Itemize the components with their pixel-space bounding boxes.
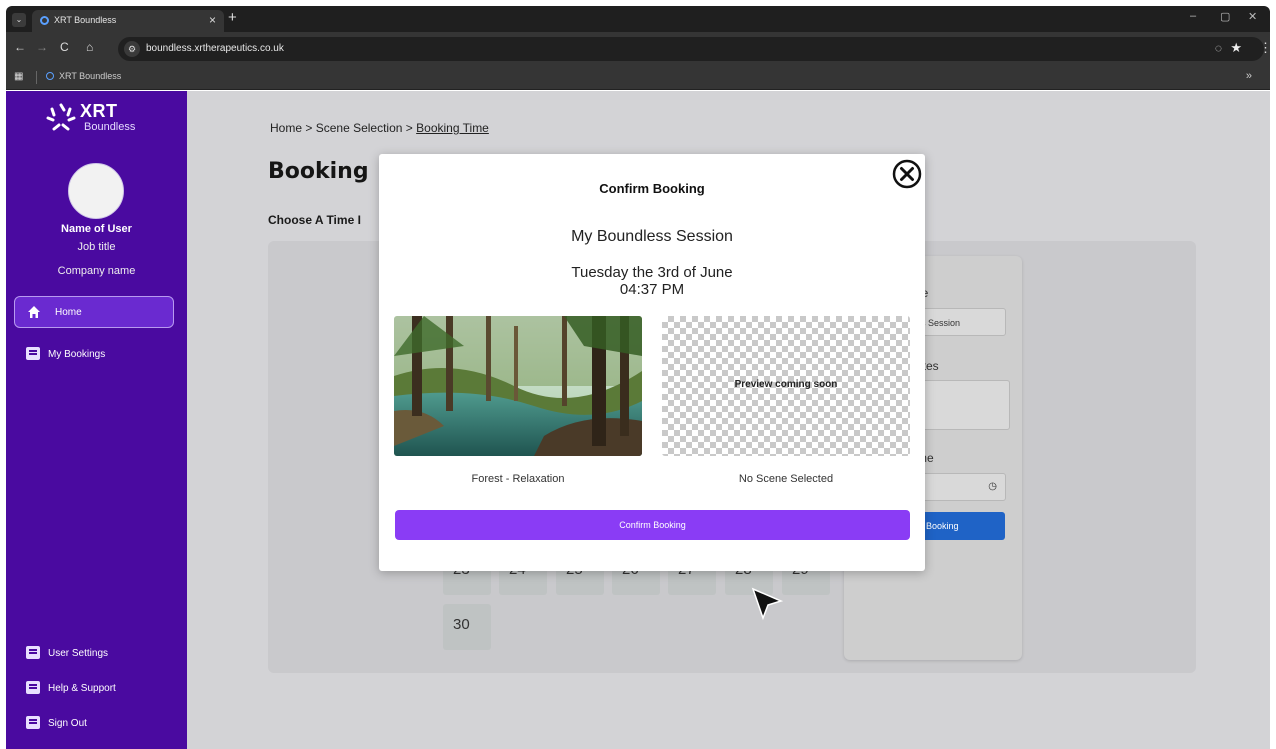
page-title: Booking <box>268 159 369 184</box>
booking-date: Tuesday the 3rd of June <box>571 264 733 281</box>
sign-out-icon <box>26 716 40 729</box>
forest-scene-image <box>394 316 642 456</box>
close-window-button[interactable]: ✕ <box>1248 10 1257 23</box>
site-info-icon[interactable]: ⚙ <box>124 41 140 57</box>
breadcrumb-separator: > <box>405 121 413 135</box>
eye-off-icon[interactable]: ◌ <box>1215 41 1222 55</box>
sidebar-item-help-support[interactable]: Help & Support <box>26 681 116 694</box>
breadcrumb-home[interactable]: Home <box>270 121 302 135</box>
browser-toolbar: ← → C ⌂ ⚙ boundless.xrtherapeutics.co.uk… <box>6 32 1272 66</box>
url-text[interactable]: boundless.xrtherapeutics.co.uk <box>146 43 284 54</box>
bookings-icon <box>26 347 40 360</box>
sidebar-item-label: Sign Out <box>48 718 87 729</box>
restore-window-button[interactable]: ▢ <box>1220 10 1230 23</box>
sidebar: XRT Boundless Name of User Job title Com… <box>6 91 187 749</box>
avatar[interactable] <box>68 163 124 219</box>
sidebar-item-label: Home <box>55 307 82 318</box>
bookmarks-bar: ▦ XRT Boundless » <box>6 66 1270 90</box>
help-icon <box>26 681 40 694</box>
address-bar[interactable]: ⚙ boundless.xrtherapeutics.co.uk ◌ ★ ⋮ <box>118 37 1272 61</box>
notes-textarea[interactable] <box>912 380 1010 430</box>
xrt-logo-icon <box>46 103 76 131</box>
sidebar-item-label: Help & Support <box>48 683 116 694</box>
bookmark-star-icon[interactable]: ★ <box>1230 40 1242 56</box>
user-name: Name of User <box>61 223 132 235</box>
sidebar-item-sign-out[interactable]: Sign Out <box>26 716 87 729</box>
booking-datetime: Tuesday the 3rd of June 04:37 PM <box>379 264 925 298</box>
breadcrumb-current[interactable]: Booking Time <box>416 121 489 135</box>
confirm-booking-button[interactable]: Confirm Booking <box>395 510 910 540</box>
bookmark-xrt-boundless[interactable]: XRT Boundless <box>46 71 121 81</box>
bookmark-label: XRT Boundless <box>59 71 122 81</box>
close-tab-icon[interactable]: × <box>209 13 216 27</box>
preview-coming-soon-text: Preview coming soon <box>734 379 838 390</box>
user-company: Company name <box>57 265 136 277</box>
bookmark-favicon-icon <box>46 72 54 80</box>
browser-tabstrip: ⌄ XRT Boundless × + – ▢ ✕ <box>6 6 1270 32</box>
sidebar-item-user-settings[interactable]: User Settings <box>26 646 108 659</box>
calendar-day[interactable]: 30 <box>443 604 491 650</box>
tab-title: XRT Boundless <box>54 15 117 25</box>
new-tab-button[interactable]: + <box>228 10 237 26</box>
home-icon <box>28 306 40 318</box>
reload-button[interactable]: C <box>60 40 69 54</box>
forward-button[interactable]: → <box>36 40 48 54</box>
brand-name: XRT <box>80 101 118 121</box>
choose-time-label: Choose A Time I <box>268 213 361 227</box>
session-name: My Boundless Session <box>571 228 733 245</box>
screen: ⌄ XRT Boundless × + – ▢ ✕ ← → C ⌂ ⚙ boun… <box>0 0 1276 749</box>
session-title-input[interactable]: s Session <box>912 308 1006 336</box>
sidebar-item-label: My Bookings <box>48 349 106 360</box>
close-icon[interactable] <box>891 158 923 190</box>
bookmarks-divider <box>36 71 37 84</box>
time-input[interactable]: ◷ <box>912 473 1006 501</box>
browser-tab[interactable]: XRT Boundless × <box>32 10 224 32</box>
book-button[interactable]: Booking <box>912 512 1005 540</box>
sidebar-item-label: User Settings <box>48 648 109 659</box>
scene-left-caption: Forest - Relaxation <box>471 473 565 485</box>
home-button[interactable]: ⌂ <box>86 40 93 54</box>
breadcrumb: Home > Scene Selection > Booking Time <box>270 121 489 135</box>
tab-search-icon[interactable]: ⌄ <box>12 13 26 27</box>
confirm-booking-label: Confirm Booking <box>619 520 686 530</box>
minimize-window-button[interactable]: – <box>1190 10 1196 22</box>
scene-right-caption: No Scene Selected <box>738 473 834 485</box>
sidebar-item-my-bookings[interactable]: My Bookings <box>26 347 105 360</box>
bookmarks-more-button[interactable]: » <box>1246 70 1252 82</box>
xrt-logo: XRT Boundless <box>46 101 156 141</box>
brand-subtitle: Boundless <box>84 121 136 133</box>
back-button[interactable]: ← <box>14 40 26 54</box>
modal-title: Confirm Booking <box>599 181 705 196</box>
site-favicon-icon <box>40 16 49 25</box>
forest-scene-illustration <box>394 316 642 456</box>
settings-icon <box>26 646 40 659</box>
booking-time: 04:37 PM <box>619 281 685 298</box>
sidebar-item-home[interactable]: Home <box>14 296 174 328</box>
confirm-booking-modal: Confirm Booking My Boundless Session Tue… <box>379 154 925 571</box>
browser-menu-icon[interactable]: ⋮ <box>1259 40 1272 56</box>
scene-preview-placeholder: Preview coming soon <box>662 316 910 456</box>
breadcrumb-separator: > <box>305 121 313 135</box>
mouse-cursor-icon <box>751 587 784 621</box>
apps-grid-icon[interactable]: ▦ <box>14 71 23 82</box>
breadcrumb-scene-selection[interactable]: Scene Selection <box>316 121 403 135</box>
app-page: XRT Boundless Name of User Job title Com… <box>6 91 1270 749</box>
user-job-title: Job title <box>77 241 116 253</box>
clock-icon: ◷ <box>988 481 997 492</box>
